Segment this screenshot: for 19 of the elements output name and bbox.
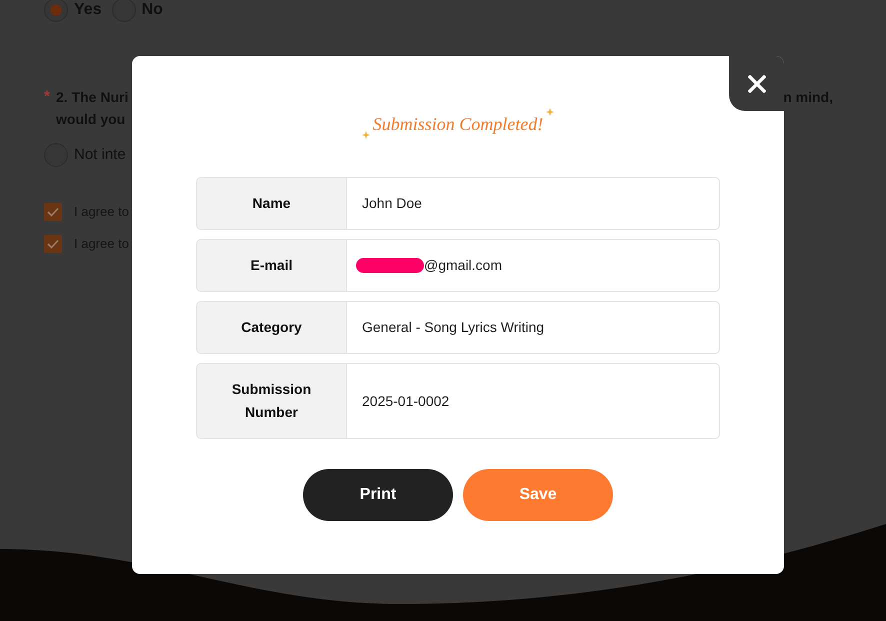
check-icon [47, 207, 59, 217]
sparkle-icon [362, 131, 370, 139]
checkbox[interactable] [44, 203, 62, 221]
field-label: Category [197, 302, 347, 353]
field-label: Submission Number [197, 364, 347, 438]
field-value: @gmail.com [424, 256, 502, 275]
sparkle-icon [546, 108, 554, 116]
field-label: E-mail [197, 240, 347, 291]
field-value: 2025-01-0002 [362, 392, 450, 410]
check-icon [47, 239, 59, 249]
checkbox[interactable] [44, 235, 62, 253]
field-value: General - Song Lyrics Writing [362, 318, 544, 337]
required-mark: * [44, 87, 51, 107]
radio-button[interactable] [44, 0, 68, 22]
field-label: Name [197, 178, 347, 229]
close-icon [748, 74, 766, 92]
print-button[interactable]: Print [303, 469, 453, 521]
field-value: John Doe [362, 194, 422, 213]
dialog-title: Submission Completed! [372, 113, 544, 136]
